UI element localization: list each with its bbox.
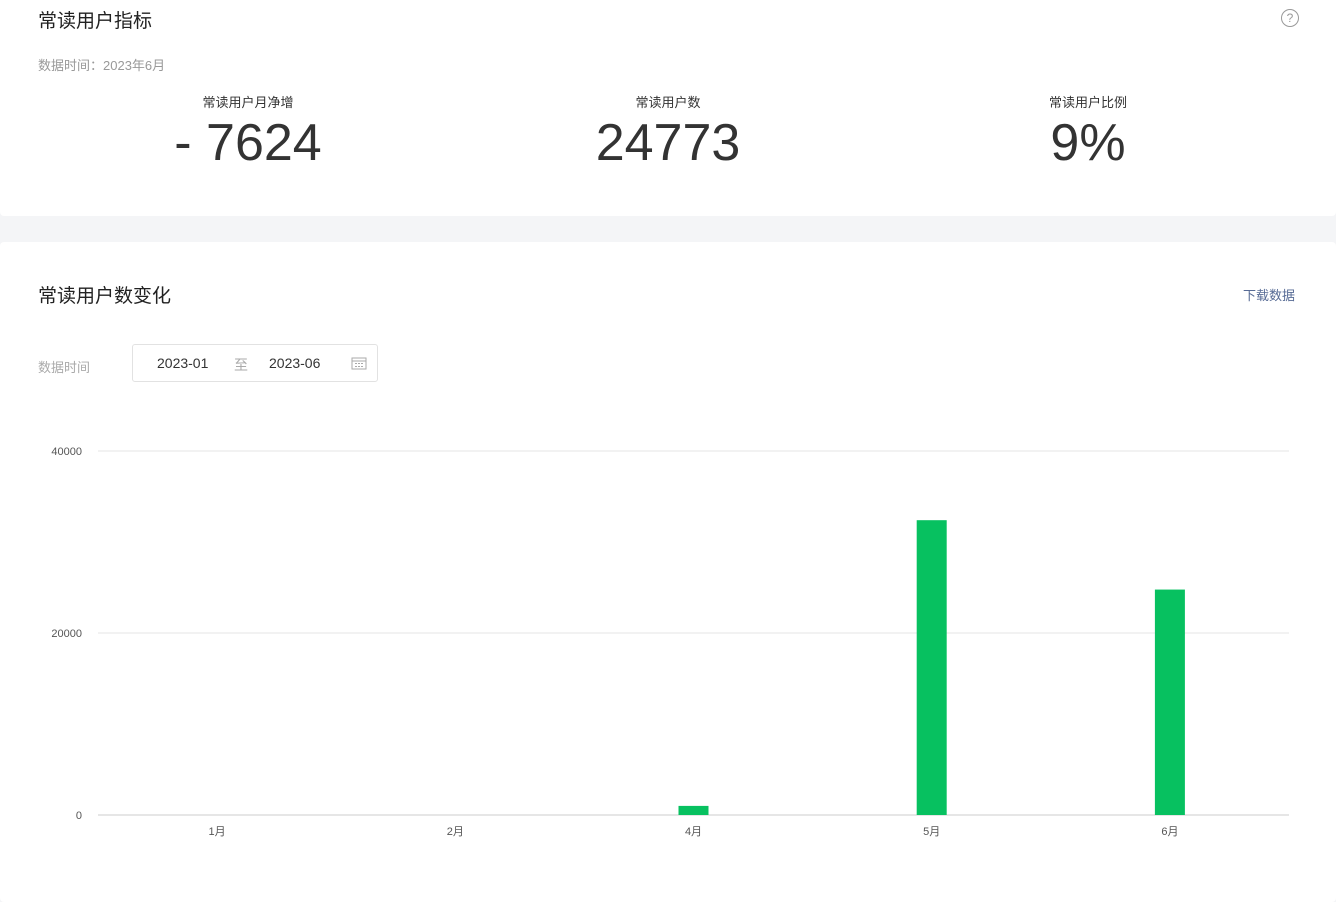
data-time: 数据时间：2023年6月 [38,58,166,73]
stat-ratio: 常读用户比例 9% [938,92,1238,173]
y-tick-label: 20000 [51,628,82,640]
trend-card: 常读用户数变化 下载数据 数据时间 2023-01 至 2023-06 0 200… [0,242,1336,902]
stat-net-growth: 常读用户月净增 - 7624 [98,92,398,173]
stat-label: 常读用户比例 [1048,95,1127,110]
stat-value: - 7624 [174,114,322,172]
help-icon[interactable]: ? [1281,9,1299,27]
bar[interactable] [916,520,947,815]
stat-value: 24773 [595,114,741,172]
bar[interactable] [1154,589,1185,815]
y-tick-label: 0 [76,810,82,822]
stat-label: 常读用户月净增 [202,95,294,110]
x-tick-label: 5月 [923,826,940,838]
metrics-title: 常读用户指标 [38,11,153,32]
x-tick-label: 6月 [1161,826,1178,838]
stat-value: 9% [1050,114,1126,172]
x-tick-label: 1月 [209,826,226,838]
stat-label: 常读用户数 [635,95,701,110]
stat-users: 常读用户数 24773 [518,92,818,173]
bar[interactable] [678,805,709,815]
x-tick-label: 4月 [685,826,702,838]
bar-chart: 0 20000 40000 1月 2月 4月 5月 6月 [51,446,1289,838]
metrics-card: 常读用户指标 ? 数据时间：2023年6月 常读用户月净增 - 7624 常读用户… [0,0,1336,216]
y-tick-label: 40000 [51,446,82,458]
x-tick-label: 2月 [447,826,464,838]
